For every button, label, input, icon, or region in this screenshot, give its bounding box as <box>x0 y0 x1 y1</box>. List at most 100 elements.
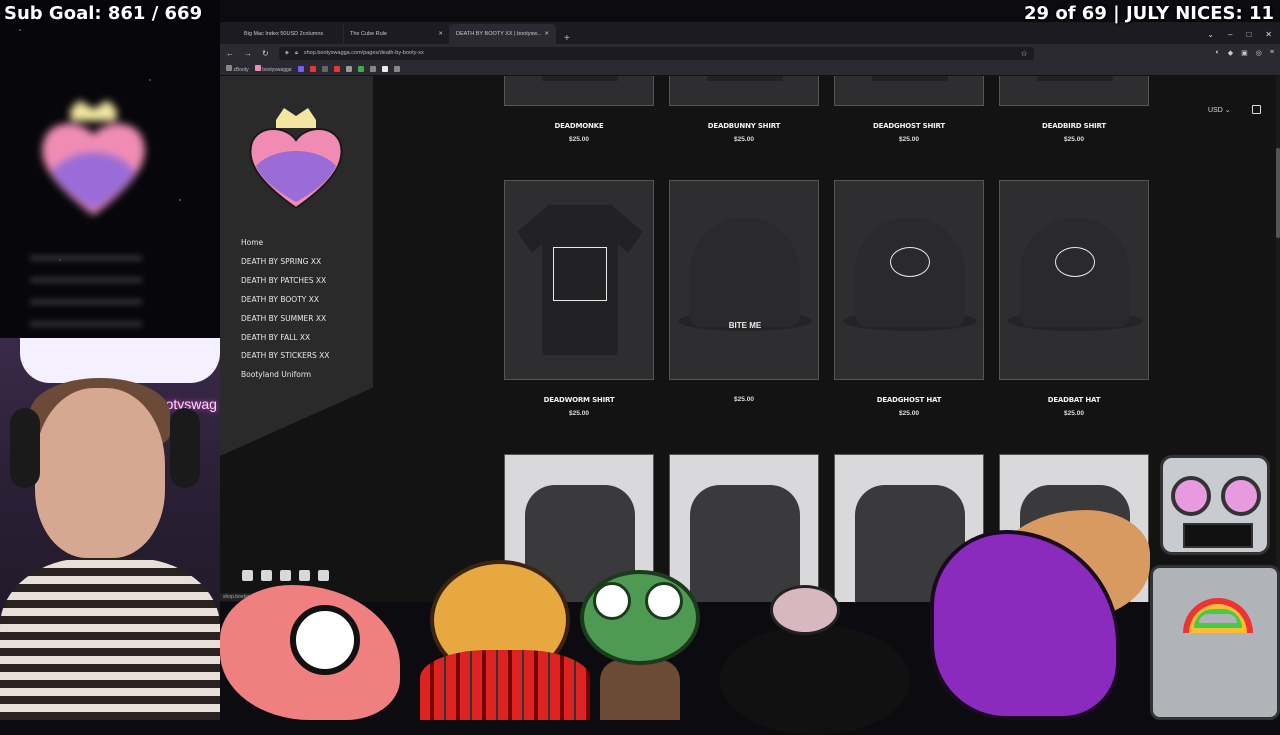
menu-icon[interactable]: ≡ <box>1270 49 1274 57</box>
bookmark-item[interactable]: bootyswagga <box>254 64 292 73</box>
product-card[interactable]: DEADBAT HAT $25.00 <box>999 180 1149 454</box>
product-card[interactable]: DEADMONKE $25.00 <box>504 76 654 180</box>
product-image[interactable] <box>504 76 654 106</box>
bookmark-item[interactable]: zBooty <box>226 64 249 73</box>
shirt-icon <box>1012 76 1138 81</box>
tab-label: The Cube Rule <box>350 31 387 37</box>
print-graphic <box>890 247 930 277</box>
print-graphic <box>553 247 607 301</box>
product-card[interactable]: DEADBUNNY SHIRT $25.00 <box>669 76 819 180</box>
nav-item-death-by-patches[interactable]: DEATH BY PATCHES XX <box>241 272 329 291</box>
extension-icon[interactable]: ◐ <box>1216 49 1220 57</box>
maximize-button[interactable]: □ <box>1246 30 1251 39</box>
product-card[interactable]: DEADWORM SHIRT $25.00 <box>504 180 654 454</box>
horse-emote-icon <box>910 500 1150 720</box>
hat-icon <box>690 217 800 327</box>
bookmark-icon[interactable] <box>369 65 376 72</box>
blurred-logo-icon <box>42 100 145 216</box>
back-icon[interactable]: ← <box>226 49 234 58</box>
extension-icon[interactable]: ▣ <box>1241 49 1248 57</box>
shop-sidebar: Home DEATH BY SPRING XX DEATH BY PATCHES… <box>220 76 373 456</box>
bookmark-icon[interactable] <box>297 65 304 72</box>
nav-item-death-by-stickers[interactable]: DEATH BY STICKERS XX <box>241 347 329 366</box>
product-image[interactable] <box>669 76 819 106</box>
nav-item-death-by-spring[interactable]: DEATH BY SPRING XX <box>241 253 329 272</box>
product-name[interactable]: DEADBAT HAT <box>999 396 1149 404</box>
bookmark-icon[interactable] <box>393 65 400 72</box>
product-card[interactable]: DEADGHOST SHIRT $25.00 <box>834 76 984 180</box>
extension-icon[interactable]: ◆ <box>1228 49 1233 57</box>
reload-icon[interactable]: ↻ <box>262 49 269 58</box>
bookmark-icon[interactable] <box>381 65 388 72</box>
product-image[interactable] <box>504 180 654 380</box>
product-price: $25.00 <box>899 136 919 143</box>
product-card[interactable]: BITE ME $25.00 <box>669 180 819 454</box>
bookmark-icon[interactable] <box>309 65 316 72</box>
product-name[interactable]: DEADGHOST HAT <box>834 396 984 404</box>
shop-nav: Home DEATH BY SPRING XX DEATH BY PATCHES… <box>241 234 329 385</box>
product-card[interactable]: DEADGHOST HAT $25.00 <box>834 180 984 454</box>
nices-counter: 29 of 69 | JULY NICES: 11 <box>1024 3 1274 24</box>
close-icon[interactable]: ✕ <box>438 31 443 37</box>
product-name[interactable]: DEADGHOST SHIRT <box>834 122 984 130</box>
bookmark-icon[interactable] <box>321 65 328 72</box>
cart-icon[interactable] <box>1252 105 1261 114</box>
shield-icon: ◈ <box>284 50 289 56</box>
tab-0[interactable]: Big Mac Index 50USD 2columns <box>238 24 344 44</box>
bookmark-star-icon[interactable]: ☆ <box>1021 49 1028 58</box>
product-name[interactable]: DEADWORM SHIRT <box>504 396 654 404</box>
tab-list-icon[interactable]: ⌄ <box>1207 30 1214 39</box>
chevron-down-icon: ⌄ <box>1224 107 1231 114</box>
tab-bar: Big Mac Index 50USD 2columns The Cube Ru… <box>220 22 1280 44</box>
nav-item-death-by-booty[interactable]: DEATH BY BOOTY XX <box>241 291 329 310</box>
bookmark-label: bootyswagga <box>262 66 292 73</box>
product-image[interactable] <box>999 180 1149 380</box>
streamer-face <box>35 388 165 558</box>
product-image[interactable]: BITE ME <box>669 180 819 380</box>
product-price: $25.00 <box>899 410 919 417</box>
corn-emote-icon <box>410 540 590 720</box>
product-name[interactable]: DEADBUNNY SHIRT <box>669 122 819 130</box>
streamer-shirt <box>0 558 220 720</box>
product-name[interactable]: DEADBIRD SHIRT <box>999 122 1149 130</box>
product-price: $25.00 <box>569 136 589 143</box>
tab-2[interactable]: DEATH BY BOOTY XX | bootysw... ✕ <box>450 24 556 44</box>
address-bar[interactable]: ◈ 🔒︎ shop.bootyswagga.com/pages/death-by… <box>278 46 1034 60</box>
nav-item-bootyland-uniform[interactable]: Bootyland Uniform <box>241 366 329 385</box>
product-name[interactable]: DEADMONKE <box>504 122 654 130</box>
blurred-menu <box>30 255 170 335</box>
lock-icon: 🔒︎ <box>294 49 298 56</box>
webcam-feed: bootyswag <box>0 338 220 720</box>
shirt-icon <box>517 76 643 81</box>
product-image[interactable] <box>834 180 984 380</box>
new-tab-button[interactable]: + <box>556 33 578 44</box>
currency-selector[interactable]: USD ⌄ <box>1208 106 1231 114</box>
print-graphic <box>1055 247 1095 277</box>
bookmark-label: zBooty <box>233 66 249 73</box>
tab-1[interactable]: The Cube Rule ✕ <box>344 24 450 44</box>
bookmarks-bar: zBooty bootyswagga <box>220 62 1280 76</box>
shop-logo-icon[interactable] <box>246 106 346 210</box>
scrollbar-thumb[interactable] <box>1276 148 1280 238</box>
product-image[interactable] <box>834 76 984 106</box>
nav-item-home[interactable]: Home <box>241 234 329 253</box>
bookmark-icon[interactable] <box>333 65 340 72</box>
print-graphic: BITE ME <box>728 321 762 330</box>
product-card[interactable]: DEADBIRD SHIRT $25.00 <box>999 76 1149 180</box>
neon-sign <box>20 338 220 383</box>
bookmark-icon[interactable] <box>345 65 352 72</box>
extension-icon[interactable]: ◎ <box>1256 49 1262 57</box>
fish-emote-icon <box>220 585 400 720</box>
nav-item-death-by-fall[interactable]: DEATH BY FALL XX <box>241 329 329 348</box>
nav-item-death-by-summer[interactable]: DEATH BY SUMMER XX <box>241 310 329 329</box>
forward-icon[interactable]: → <box>244 49 252 58</box>
minimize-button[interactable]: – <box>1228 30 1232 39</box>
close-icon[interactable]: ✕ <box>544 31 549 37</box>
headset-icon <box>170 408 200 488</box>
product-price: $25.00 <box>1064 410 1084 417</box>
nav-bar: ← → ↻ ◈ 🔒︎ shop.bootyswagga.com/pages/de… <box>220 44 1280 62</box>
product-price: $25.00 <box>734 396 754 403</box>
product-image[interactable] <box>999 76 1149 106</box>
close-window-button[interactable]: ✕ <box>1265 30 1272 39</box>
bookmark-icon[interactable] <box>357 65 364 72</box>
